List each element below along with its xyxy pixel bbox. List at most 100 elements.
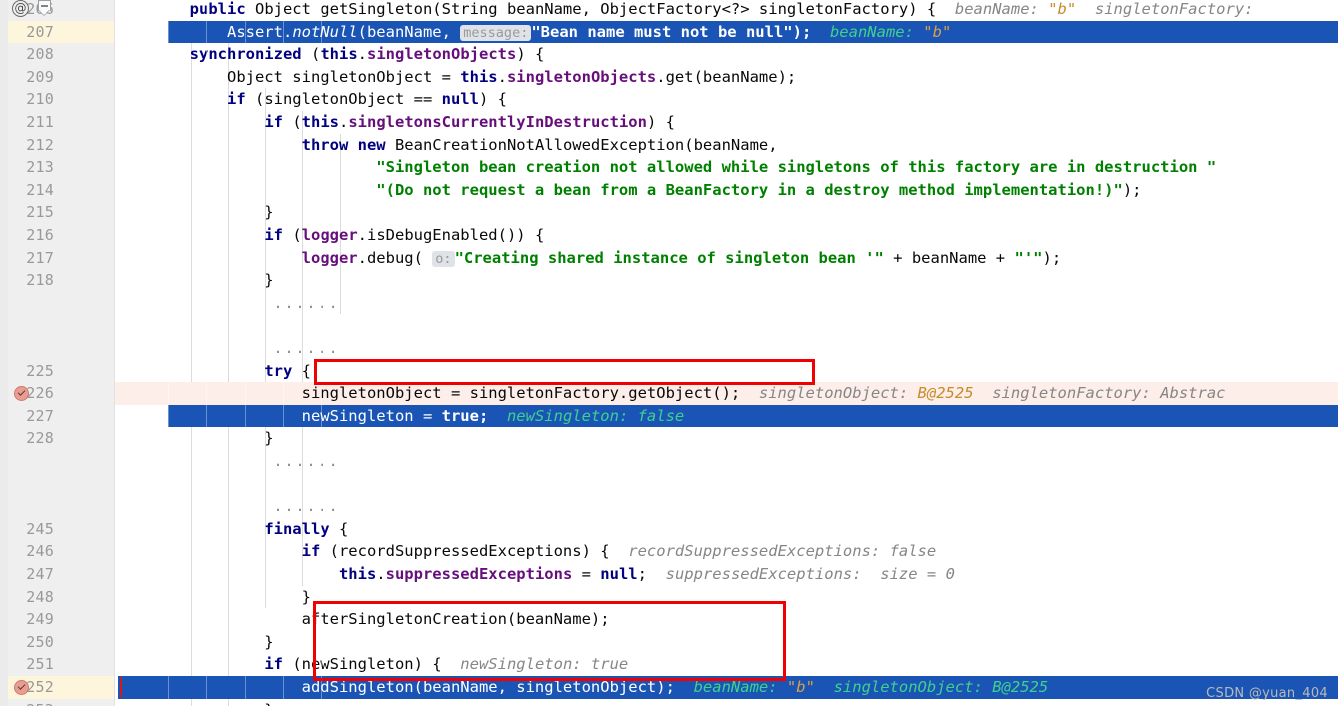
java-keyword: this: [301, 113, 339, 131]
java-keyword: this: [320, 45, 358, 64]
code-line[interactable]: 216 if (logger.isDebugEnabled()) {: [0, 224, 1338, 247]
code-line[interactable]: ......: [0, 292, 1338, 315]
folded-region-placeholder[interactable]: ......: [273, 337, 339, 360]
code-line-text: "(Do not request a bean from a BeanFacto…: [115, 179, 1141, 202]
code-line-text: }: [115, 586, 311, 609]
code-text: .: [357, 45, 367, 64]
code-line[interactable]: 252 addSingleton(beanName, singletonObje…: [0, 676, 1338, 699]
at-annotation-icon[interactable]: @: [12, 0, 29, 17]
code-line-text: "Singleton bean creation not allowed whi…: [115, 156, 1216, 179]
line-number: 246: [26, 542, 54, 561]
code-line[interactable]: 251 if (newSingleton) { newSingleton: tr…: [0, 653, 1338, 676]
code-line[interactable]: ......: [0, 450, 1338, 473]
java-keyword: throw new: [301, 135, 395, 154]
line-number: 218: [26, 271, 54, 290]
code-line-text: logger.debug( o: "Creating shared instanc…: [115, 247, 1061, 270]
code-line-text: }: [115, 427, 273, 450]
code-line-text: if (recordSuppressedExceptions) { record…: [115, 540, 937, 563]
inline-debug-hint: newSingleton: true: [441, 655, 629, 674]
code-text: =: [572, 565, 601, 583]
inline-debug-value: "b": [923, 22, 952, 41]
code-line[interactable]: 210 if (singletonObject == null) {: [0, 88, 1338, 111]
code-line[interactable]: 247 this.suppressedExceptions = null; su…: [0, 563, 1338, 586]
folded-region-placeholder[interactable]: ......: [273, 495, 339, 518]
java-keyword: public: [189, 0, 255, 18]
line-number: 247: [26, 565, 54, 583]
code-line[interactable]: 212 throw new BeanCreationNotAllowedExce…: [0, 134, 1338, 157]
code-line[interactable]: 215 }: [0, 201, 1338, 224]
code-line[interactable]: 246 if (recordSuppressedExceptions) { re…: [0, 540, 1338, 563]
line-number: 216: [26, 226, 54, 244]
line-number: 248: [26, 587, 54, 606]
line-number: 253: [8, 699, 54, 706]
code-line-text: }: [115, 699, 273, 706]
code-line-text: singletonObject = singletonFactory.getOb…: [115, 382, 1226, 405]
inline-debug-hint: beanName:: [674, 678, 787, 696]
text-caret: [120, 677, 122, 697]
code-line[interactable]: 245 finally {: [0, 518, 1338, 541]
code-text: ) {: [646, 113, 675, 131]
code-line[interactable]: 250 }: [0, 631, 1338, 654]
code-text: }: [115, 203, 274, 222]
code-line[interactable]: 214 "(Do not request a bean from a BeanF…: [0, 179, 1338, 202]
line-number: 228: [26, 429, 54, 448]
code-line[interactable]: 253 }: [0, 699, 1338, 706]
code-line[interactable]: 209 Object singletonObject = this.single…: [0, 66, 1338, 89]
code-text: {: [301, 361, 311, 380]
line-number: 250: [26, 632, 54, 651]
code-line[interactable]: 226 singletonObject = singletonFactory.g…: [0, 382, 1338, 405]
code-line[interactable]: 208 synchronized (this.singletonObjects)…: [0, 43, 1338, 66]
line-number: 227: [26, 406, 54, 425]
code-line[interactable]: ......: [0, 495, 1338, 518]
java-keyword: synchronized: [189, 45, 311, 64]
code-line[interactable]: [0, 314, 1338, 337]
code-text: afterSingletonCreation(beanName);: [115, 610, 610, 629]
inline-debug-value: "b": [1048, 0, 1077, 18]
code-line[interactable]: 227 newSingleton = true; newSingleton: f…: [0, 404, 1338, 428]
inline-debug-hint: suppressedExceptions: size = 0: [646, 565, 955, 583]
code-text: (singletonObject ==: [254, 90, 442, 109]
java-field: singletonObjects: [506, 67, 657, 86]
code-line[interactable]: 211 if (this.singletonsCurrentlyInDestru…: [0, 111, 1338, 134]
inline-debug-value: B@2525: [917, 384, 974, 403]
java-field: logger: [301, 248, 358, 267]
code-line[interactable]: ......: [0, 337, 1338, 360]
line-number: 249: [26, 610, 54, 629]
inline-debug-hint: newSingleton: false: [488, 406, 685, 425]
code-line[interactable]: 225 try {: [0, 360, 1338, 383]
code-line[interactable]: 228 }: [0, 427, 1338, 450]
code-line[interactable]: 249 afterSingletonCreation(beanName);: [0, 608, 1338, 631]
string-literal: "Creating shared instance of singleton b…: [454, 248, 884, 267]
line-number: 212: [26, 135, 54, 154]
line-number: 217: [26, 248, 54, 267]
code-line[interactable]: 248 }: [0, 586, 1338, 609]
fold-collapse-icon[interactable]: [38, 0, 53, 17]
line-number: 251: [26, 655, 54, 674]
code-line[interactable]: 217 logger.debug( o: "Creating shared ins…: [0, 247, 1338, 270]
code-line[interactable]: 206@ public Object getSingleton(String b…: [0, 0, 1338, 21]
breakpoint-icon[interactable]: [14, 385, 29, 401]
breakpoint-icon[interactable]: [14, 679, 29, 695]
selected-code: Assert.: [115, 22, 293, 41]
inline-debug-value: "b": [786, 678, 815, 696]
code-line[interactable]: 218 }: [0, 269, 1338, 292]
java-keyword: try: [264, 361, 302, 380]
code-editor[interactable]: 206@ public Object getSingleton(String b…: [0, 0, 1338, 706]
folded-region-placeholder[interactable]: ......: [273, 450, 339, 473]
code-line[interactable]: 213 "Singleton bean creation not allowed…: [0, 156, 1338, 179]
code-line-text: try {: [115, 360, 311, 383]
code-text: singletonObject = singletonFactory.getOb…: [115, 384, 741, 403]
code-line-text: if (this.singletonsCurrentlyInDestructio…: [115, 111, 675, 134]
code-line[interactable]: [0, 473, 1338, 496]
code-text: {: [338, 519, 349, 538]
folded-region-placeholder[interactable]: ......: [273, 292, 339, 315]
code-line[interactable]: 207 Assert.notNull(beanName, message: "Be…: [0, 20, 1338, 44]
java-keyword: if: [264, 226, 293, 244]
